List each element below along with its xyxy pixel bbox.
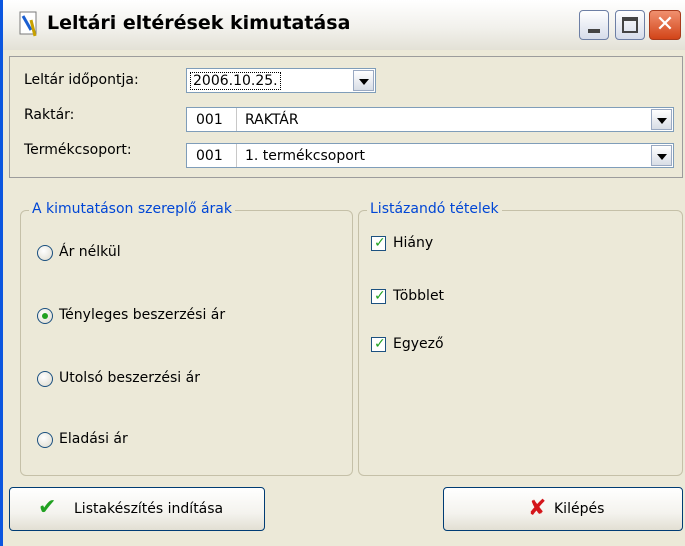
warehouse-name: RAKTÁR [245,112,299,128]
chevron-down-icon [359,79,369,85]
prices-group: A kimutatáson szereplő árak Ár nélkül Té… [20,201,353,476]
red-x-icon: ✘ [528,496,547,521]
checkbox-label: Többlet [393,288,445,304]
close-icon: ✕ [655,12,675,37]
warehouse-label: Raktár: [24,107,75,123]
app-icon [19,11,37,37]
chevron-down-icon [657,118,667,124]
radio-button[interactable] [37,308,53,324]
date-dropdown-button[interactable] [353,70,374,91]
checkbox-label: Hiány [393,235,434,251]
minimize-icon [588,29,600,33]
check-mark-icon: ✓ [374,235,386,251]
items-group-title: Listázandó tételek [367,201,502,217]
product-group-code: 001 [196,148,223,164]
exit-label: Kilépés [554,501,605,517]
dialog-window: Leltári eltérések kimutatása ✕ Leltár id… [0,0,685,546]
warehouse-select[interactable]: 001 RAKTÁR [186,107,674,132]
maximize-icon [622,17,638,33]
warehouse-code: 001 [196,112,223,128]
product-group-label: Termékcsoport: [24,142,132,158]
start-list-button[interactable]: ✔ Listakészítés indítása [9,487,265,531]
chevron-down-icon [657,154,667,160]
checkbox[interactable]: ✓ [371,336,386,352]
filter-panel: Leltár időpontja: 2006.10.25. Raktár: 00… [9,56,683,178]
start-list-label: Listakészítés indítása [74,501,224,517]
exit-button[interactable]: ✘ Kilépés [443,487,683,531]
checkbox[interactable]: ✓ [371,288,386,304]
prices-group-title: A kimutatáson szereplő árak [29,201,235,217]
radio-label: Tényleges beszerzési ár [59,307,226,323]
product-group-select[interactable]: 001 1. termékcsoport [186,143,674,168]
date-select[interactable]: 2006.10.25. [186,68,376,93]
combo-divider [236,108,237,131]
checkbox[interactable]: ✓ [371,235,386,251]
radio-label: Utolsó beszerzési ár [59,370,200,386]
combo-divider [236,144,237,167]
radio-label: Eladási ár [59,431,128,447]
title-bar[interactable]: Leltári eltérések kimutatása ✕ [3,0,685,50]
date-value: 2006.10.25. [190,72,281,90]
checkmark-icon: ✔ [38,495,57,520]
date-label: Leltár időpontja: [24,72,139,88]
radio-button[interactable] [37,245,53,261]
radio-button[interactable] [37,371,53,387]
radio-button[interactable] [37,432,53,448]
check-mark-icon: ✓ [374,288,386,304]
check-mark-icon: ✓ [374,336,386,352]
warehouse-dropdown-button[interactable] [651,109,672,130]
minimize-button[interactable] [579,10,609,40]
product-group-dropdown-button[interactable] [651,145,672,166]
window-title: Leltári eltérések kimutatása [47,12,351,34]
items-group: Listázandó tételek ✓ Hiány ✓ Többlet ✓ E… [358,201,683,476]
maximize-button[interactable] [615,10,645,40]
checkbox-label: Egyező [393,336,444,352]
product-group-name: 1. termékcsoport [245,148,366,164]
close-button[interactable]: ✕ [649,10,681,40]
radio-label: Ár nélkül [59,244,121,260]
radio-selected-dot [42,313,48,319]
